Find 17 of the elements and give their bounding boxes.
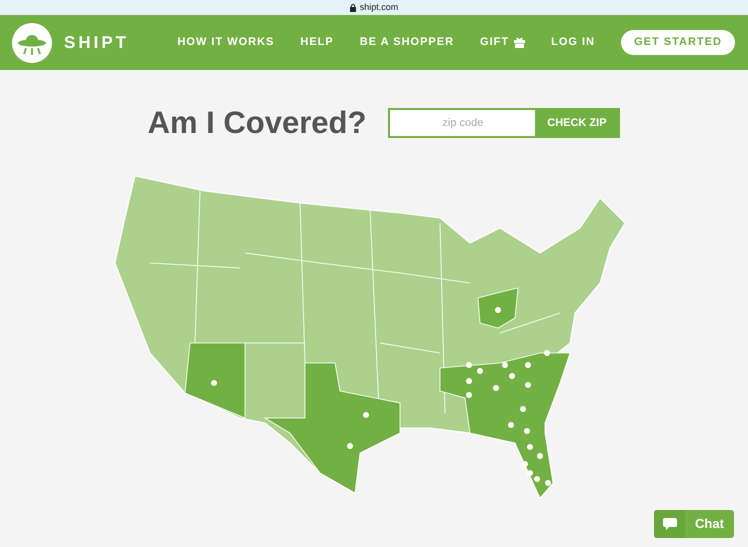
speech-bubble-icon — [662, 518, 676, 530]
gift-icon — [514, 37, 526, 48]
page-heading: Am I Covered? — [148, 104, 366, 142]
url-text: shipt.com — [360, 0, 398, 14]
get-started-button[interactable]: GET STARTED — [621, 30, 735, 55]
chat-button[interactable]: Chat — [654, 510, 734, 538]
zip-code-field[interactable]: zip code — [390, 110, 536, 136]
nav-link[interactable]: HELP — [300, 34, 334, 51]
nav-link[interactable]: HOW IT WORKS — [177, 34, 274, 51]
nav-link[interactable]: BE A SHOPPER — [360, 34, 454, 51]
ufo-logo-icon — [12, 22, 52, 62]
logo-text[interactable]: SHIPT — [64, 30, 130, 56]
nav-link[interactable]: GIFT — [480, 34, 510, 51]
check-zip-button[interactable]: CHECK ZIP — [535, 110, 618, 136]
address-bar[interactable]: shipt.com — [0, 0, 748, 15]
nav-link[interactable]: LOG IN — [551, 34, 595, 51]
lock-icon — [350, 4, 356, 12]
